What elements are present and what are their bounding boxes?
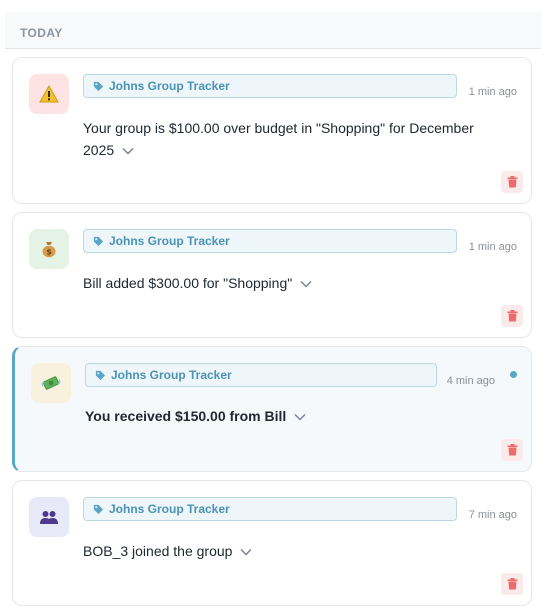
notification-card[interactable]: $ Johns Group Tracker 1 min ago Bill add… xyxy=(12,212,532,338)
trash-icon xyxy=(507,310,517,322)
warning-icon-box xyxy=(29,74,69,114)
timestamp: 4 min ago xyxy=(446,375,495,387)
notification-message: Your group is $100.00 over budget in "Sh… xyxy=(83,117,493,161)
trash-icon xyxy=(507,176,517,188)
notification-message: Bill added $300.00 for "Shopping" xyxy=(83,272,493,294)
trash-icon xyxy=(507,578,517,590)
notification-message: BOB_3 joined the group xyxy=(83,540,493,562)
group-tag[interactable]: Johns Group Tracker xyxy=(85,363,437,387)
money-bag-icon-box: $ xyxy=(29,229,69,269)
notification-message: You received $150.00 from Bill xyxy=(85,405,495,427)
message-line-1: Your group is $100.00 over budget in "Sh… xyxy=(83,120,474,136)
tag-icon xyxy=(93,81,104,91)
group-tag-label: Johns Group Tracker xyxy=(109,502,230,516)
unread-indicator xyxy=(510,371,517,378)
money-wings-icon-box xyxy=(31,363,71,403)
timestamp: 1 min ago xyxy=(468,86,517,98)
group-icon-box xyxy=(29,497,69,537)
group-tag[interactable]: Johns Group Tracker xyxy=(83,229,457,253)
chevron-down-icon[interactable] xyxy=(240,548,252,556)
group-tag-label: Johns Group Tracker xyxy=(109,234,230,248)
notification-card-unread[interactable]: Johns Group Tracker 4 min ago You receiv… xyxy=(12,346,532,472)
message-text: You received $150.00 from Bill xyxy=(85,408,287,424)
chevron-down-icon[interactable] xyxy=(300,280,312,288)
delete-button[interactable] xyxy=(501,439,523,461)
notification-card[interactable]: Johns Group Tracker 7 min ago BOB_3 join… xyxy=(12,480,532,606)
section-header-today: TODAY xyxy=(5,12,541,49)
group-icon xyxy=(40,511,58,524)
chevron-down-icon[interactable] xyxy=(122,147,134,155)
money-wings-icon xyxy=(41,376,61,390)
message-text: BOB_3 joined the group xyxy=(83,543,233,559)
message-text: Bill added $300.00 for "Shopping" xyxy=(83,275,293,291)
notifications-page: TODAY Johns Group Tracker 1 min ago Your… xyxy=(0,0,553,614)
delete-button[interactable] xyxy=(501,305,523,327)
tag-icon xyxy=(93,236,104,246)
group-tag[interactable]: Johns Group Tracker xyxy=(83,74,457,98)
notification-card[interactable]: Johns Group Tracker 1 min ago Your group… xyxy=(12,57,532,204)
group-tag-label: Johns Group Tracker xyxy=(109,79,230,93)
message-line-2: 2025 xyxy=(83,142,115,158)
group-tag[interactable]: Johns Group Tracker xyxy=(83,497,457,521)
tag-icon xyxy=(95,370,106,380)
group-tag-label: Johns Group Tracker xyxy=(111,368,232,382)
chevron-down-icon[interactable] xyxy=(294,413,306,421)
trash-icon xyxy=(507,444,517,456)
timestamp: 1 min ago xyxy=(468,241,517,253)
tag-icon xyxy=(93,504,104,514)
money-bag-icon: $ xyxy=(42,242,56,258)
svg-text:$: $ xyxy=(46,248,52,257)
delete-button[interactable] xyxy=(501,171,523,193)
warning-icon xyxy=(39,85,59,103)
section-title: TODAY xyxy=(20,26,63,40)
timestamp: 7 min ago xyxy=(468,509,517,521)
delete-button[interactable] xyxy=(501,573,523,595)
